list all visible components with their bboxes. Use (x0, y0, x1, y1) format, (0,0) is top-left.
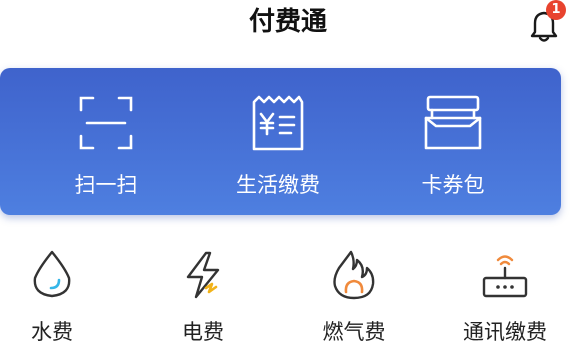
gas-fee-button[interactable]: 燃气费 (294, 248, 414, 347)
electricity-fee-label: 电费 (182, 320, 224, 344)
scan-label: 扫一扫 (74, 173, 138, 197)
lightning-icon (186, 251, 220, 299)
electricity-fee-button[interactable]: 电费 (143, 248, 263, 347)
water-fee-button[interactable]: 水费 (0, 248, 112, 347)
scan-icon (79, 96, 133, 150)
water-fee-label: 水费 (31, 320, 73, 344)
notification-button[interactable]: 1 (524, 0, 566, 46)
life-payment-label: 生活缴费 (236, 173, 320, 197)
router-icon (482, 255, 528, 298)
gas-fee-label: 燃气费 (322, 320, 386, 344)
life-payment-button[interactable]: 生活缴费 (203, 68, 353, 215)
water-drop-icon (33, 250, 71, 298)
quick-actions-card: 扫一扫 生活缴费 卡券包 (0, 68, 561, 215)
payment-home-page: 付费通 1 扫一扫 生活缴费 卡券包 水费 电费 燃气费 通讯缴费 (0, 0, 576, 347)
scan-button[interactable]: 扫一扫 (31, 68, 181, 215)
telecom-fee-label: 通讯缴费 (463, 320, 547, 344)
notification-badge: 1 (546, 0, 566, 20)
flame-icon (333, 250, 375, 300)
telecom-fee-button[interactable]: 通讯缴费 (445, 248, 565, 347)
bill-icon (252, 95, 304, 151)
page-title: 付费通 (248, 7, 327, 37)
wallet-icon (424, 95, 482, 150)
coupon-wallet-label: 卡券包 (421, 173, 485, 197)
top-bar: 付费通 1 (0, 0, 576, 48)
coupon-wallet-button[interactable]: 卡券包 (378, 68, 528, 215)
